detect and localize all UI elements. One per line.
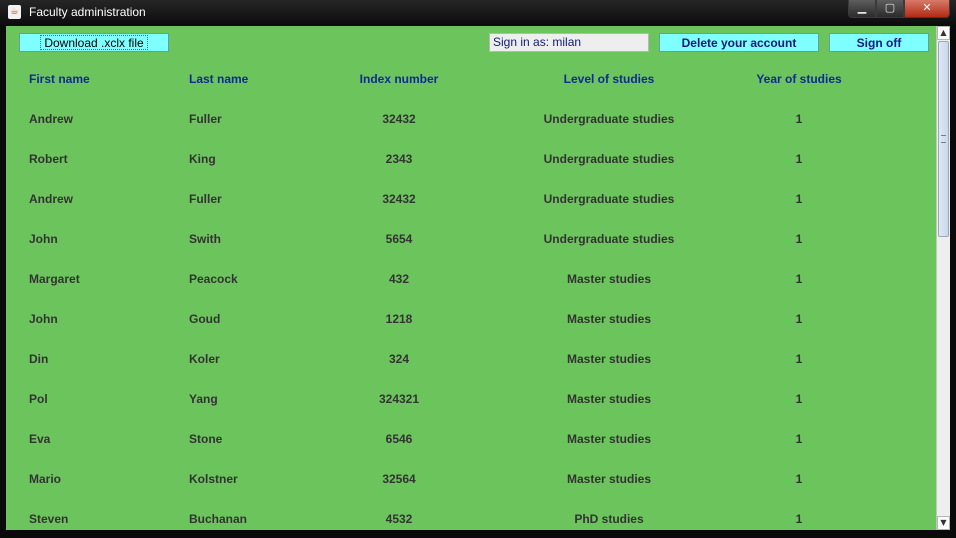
focus-ring [40,35,148,50]
year-of-studies-cell: 1 [795,112,803,126]
level-of-studies-cell: Master studies [566,472,652,486]
window-controls: ▁ ▢ ✕ [848,0,950,18]
vertical-scrollbar[interactable]: ▲ ▼ [936,26,950,530]
main-panel: Download .xclx file Sign in as: milan De… [6,26,950,530]
column-header-level-of-studies[interactable]: Level of studies [524,72,694,86]
level-of-studies-cell: PhD studies [574,512,644,526]
signed-in-user-field: Sign in as: milan [489,33,649,52]
last-name-cell: King [189,152,216,166]
close-icon[interactable]: ✕ [904,0,950,18]
last-name-cell: Buchanan [189,512,248,526]
index-number-cell: 324 [388,352,410,366]
year-of-studies-cell: 1 [795,512,803,526]
grip-icon [941,135,946,143]
index-number-cell: 32432 [382,192,416,206]
sign-off-button[interactable]: Sign off [829,33,929,52]
first-name-cell: John [29,232,58,246]
title-bar: ☕ Faculty administration ▁ ▢ ✕ [0,0,956,25]
last-name-cell: Swith [189,232,221,246]
minimize-icon[interactable]: ▁ [848,0,876,18]
index-number-cell: 432 [388,272,410,286]
index-number-cell: 32432 [382,112,416,126]
year-of-studies-cell: 1 [795,312,803,326]
last-name-cell: Yang [189,392,218,406]
year-of-studies-cell: 1 [795,272,803,286]
first-name-cell: Robert [29,152,68,166]
year-of-studies-cell: 1 [795,192,803,206]
year-of-studies-cell: 1 [795,352,803,366]
first-name-cell: John [29,312,58,326]
scroll-down-arrow-icon[interactable]: ▼ [937,516,950,530]
index-number-cell: 6546 [385,432,413,446]
year-of-studies-cell: 1 [795,152,803,166]
column-header-index-number[interactable]: Index number [339,72,459,86]
column-header-year-of-studies[interactable]: Year of studies [739,72,859,86]
index-number-cell: 2343 [385,152,413,166]
last-name-cell: Peacock [189,272,238,286]
level-of-studies-cell: Undergraduate studies [543,112,675,126]
year-of-studies-cell: 1 [795,432,803,446]
scroll-up-arrow-icon[interactable]: ▲ [937,26,950,40]
last-name-cell: Koler [189,352,220,366]
index-number-cell: 32564 [382,472,416,486]
year-of-studies-cell: 1 [795,472,803,486]
index-number-cell: 4532 [385,512,413,526]
level-of-studies-cell: Undergraduate studies [543,192,675,206]
last-name-cell: Kolstner [189,472,238,486]
level-of-studies-cell: Master studies [566,272,652,286]
level-of-studies-cell: Master studies [566,432,652,446]
java-icon[interactable]: ☕ [8,5,21,19]
index-number-cell: 324321 [378,392,420,406]
year-of-studies-cell: 1 [795,232,803,246]
delete-account-button[interactable]: Delete your account [659,33,819,52]
index-number-cell: 1218 [385,312,413,326]
first-name-cell: Steven [29,512,69,526]
first-name-cell: Andrew [29,192,74,206]
last-name-cell: Fuller [189,112,222,126]
first-name-cell: Eva [29,432,51,446]
column-header-first-name[interactable]: First name [29,72,90,86]
level-of-studies-cell: Undergraduate studies [543,232,675,246]
level-of-studies-cell: Master studies [566,392,652,406]
first-name-cell: Mario [29,472,62,486]
first-name-cell: Pol [29,392,48,406]
last-name-cell: Stone [189,432,223,446]
scrollbar-thumb[interactable] [938,41,949,237]
level-of-studies-cell: Master studies [566,352,652,366]
download-xlsx-button[interactable]: Download .xclx file [19,33,169,52]
last-name-cell: Goud [189,312,221,326]
index-number-cell: 5654 [385,232,413,246]
year-of-studies-cell: 1 [795,392,803,406]
last-name-cell: Fuller [189,192,222,206]
level-of-studies-cell: Master studies [566,312,652,326]
first-name-cell: Andrew [29,112,74,126]
first-name-cell: Margaret [29,272,80,286]
level-of-studies-cell: Undergraduate studies [543,152,675,166]
column-header-last-name[interactable]: Last name [189,72,248,86]
maximize-icon[interactable]: ▢ [876,0,904,18]
window-title: Faculty administration [29,5,146,19]
first-name-cell: Din [29,352,49,366]
